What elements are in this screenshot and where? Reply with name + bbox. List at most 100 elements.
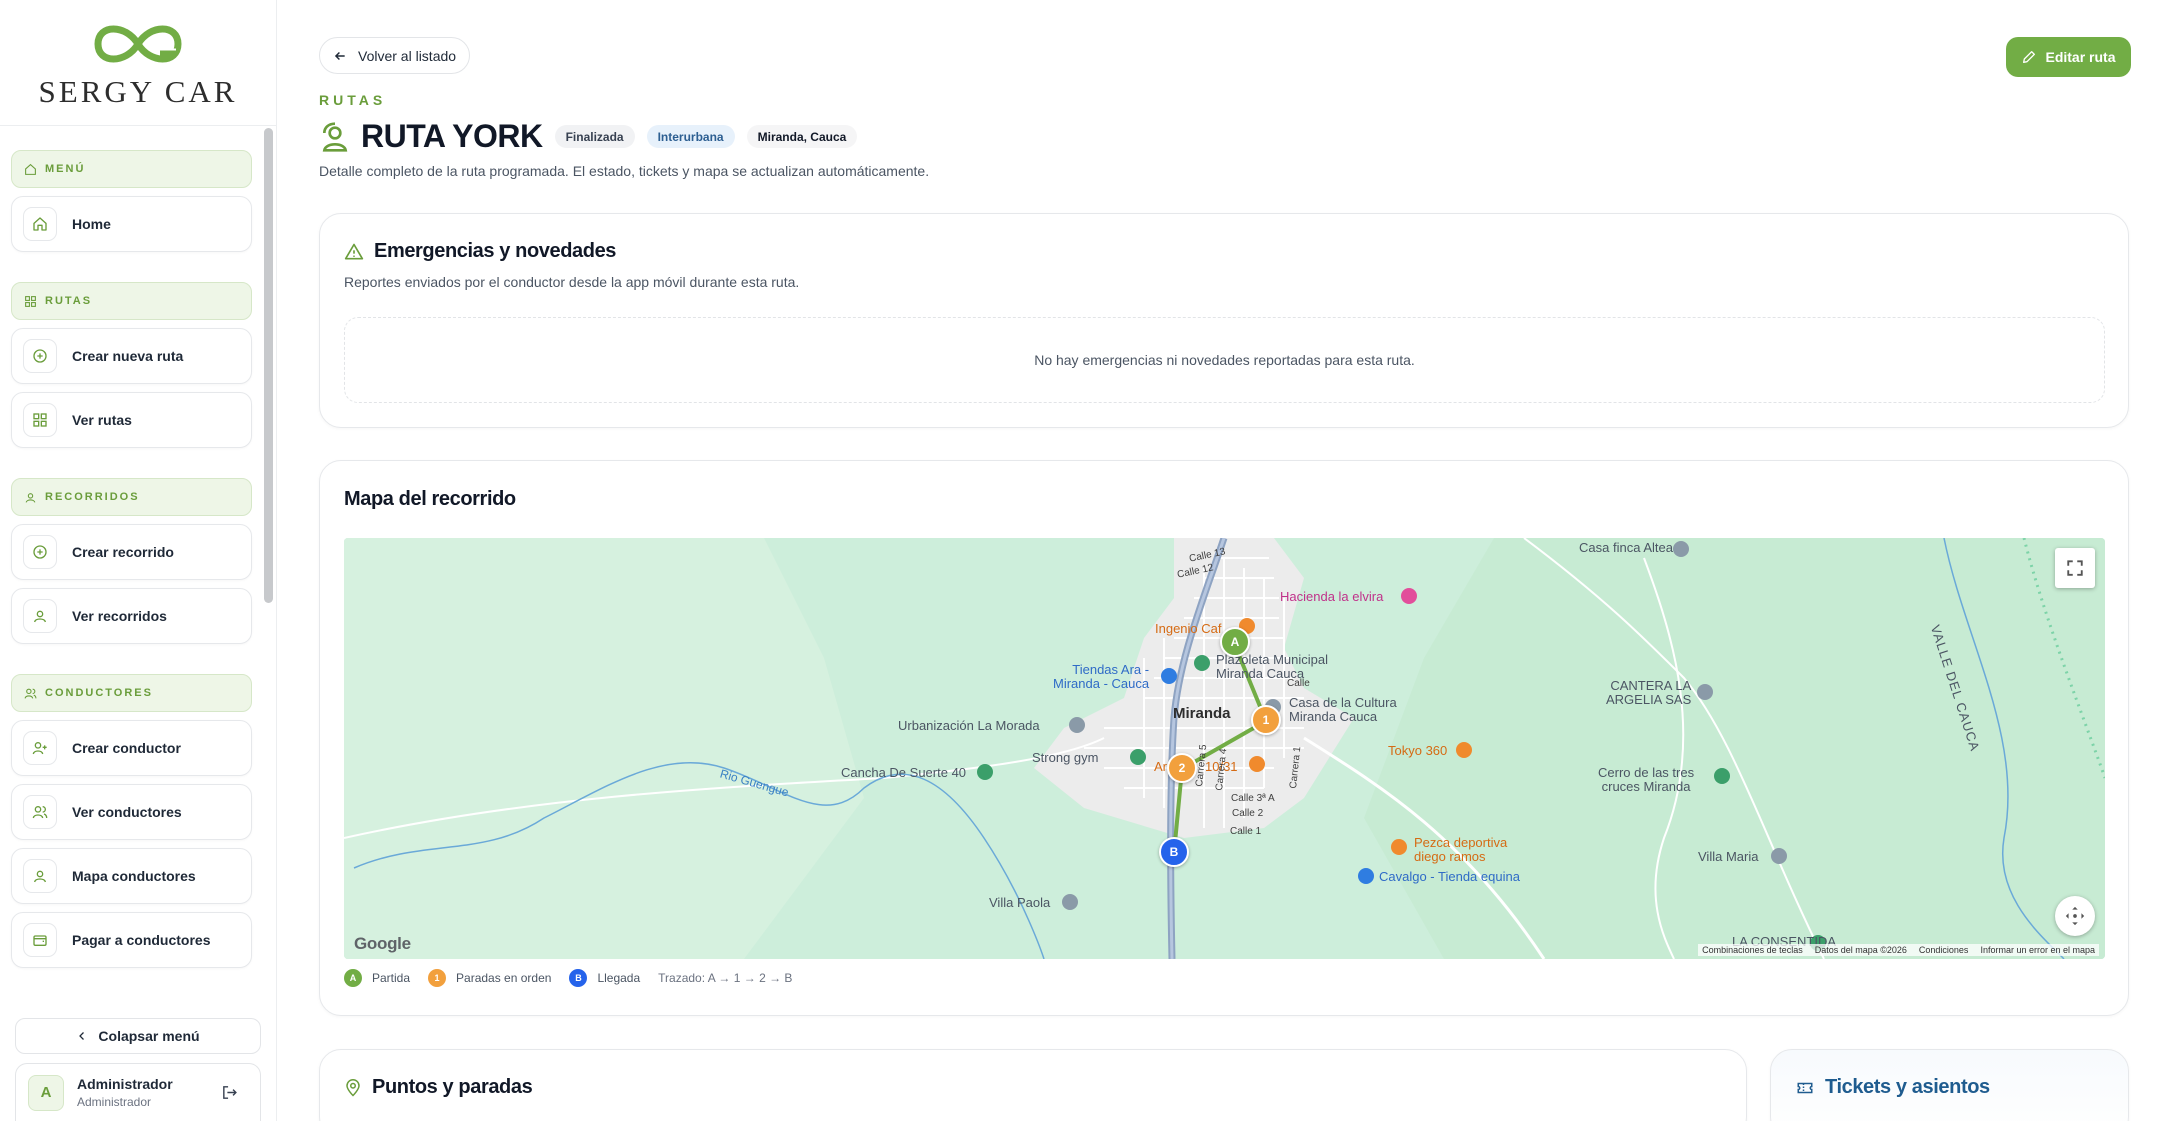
plus-circle-icon — [23, 339, 57, 373]
pencil-icon — [2023, 51, 2036, 63]
fullscreen-button[interactable] — [2055, 548, 2095, 588]
sidebar-item-label: Mapa conductores — [72, 868, 196, 884]
map-label: Ar — [1154, 759, 1167, 774]
sidebar-item-crear-ruta[interactable]: Crear nueva ruta — [11, 328, 252, 384]
emergencies-card: Emergencias y novedades Reportes enviado… — [319, 213, 2129, 428]
map-label: Strong gym — [1032, 750, 1099, 765]
sidebar-item-mapa-conductores[interactable]: Mapa conductores — [11, 848, 252, 904]
sidebar-item-label: Ver conductores — [72, 804, 182, 820]
map-label: Casa finca Altea — [1579, 540, 1673, 555]
collapse-menu-label: Colapsar menú — [98, 1028, 200, 1044]
plus-circle-icon — [23, 535, 57, 569]
brand-name: SERGY CAR — [38, 73, 238, 109]
sidebar-item-home[interactable]: Home — [11, 196, 252, 252]
location-badge: Miranda, Cauca — [746, 125, 858, 148]
grid-icon — [23, 403, 57, 437]
edit-route-button[interactable]: Editar ruta — [2006, 37, 2131, 77]
camera-control-button[interactable] — [2055, 896, 2095, 936]
map-label: Calle 1 — [1230, 826, 1262, 837]
route-user-icon — [322, 121, 348, 152]
legend-trace: Trazado: A → 1 → 2 → B — [658, 971, 793, 985]
map-attribution: Combinaciones de teclas Datos del mapa ©… — [1698, 944, 2099, 956]
report-error-link[interactable]: Informar un error en el mapa — [1980, 945, 2095, 955]
map-title: Mapa del recorrido — [344, 488, 516, 510]
user-name: Administrador — [77, 1076, 173, 1092]
map-label: Calle — [1287, 678, 1310, 689]
map-label: CANTERA LA ARGELIA SAS — [1606, 678, 1692, 707]
map-label: Cavalgo - Tienda equina — [1379, 869, 1520, 884]
fullscreen-icon — [2067, 560, 2083, 576]
back-to-list-button[interactable]: Volver al listado — [319, 37, 471, 74]
sidebar-item-crear-recorrido[interactable]: Crear recorrido — [11, 524, 252, 580]
terms-link[interactable]: Condiciones — [1919, 945, 1969, 955]
route-map[interactable]: Casa finca Altea Hacienda la elvira Inge… — [344, 538, 2105, 959]
ticket-icon — [1797, 1082, 1813, 1093]
sidebar-item-label: Pagar a conductores — [72, 932, 211, 948]
sidebar-item-crear-conductor[interactable]: Crear conductor — [11, 720, 252, 776]
warning-icon — [344, 243, 364, 259]
route-end-marker[interactable]: B — [1159, 837, 1189, 867]
section-title: CONDUCTORES — [45, 687, 153, 699]
emergencies-description: Reportes enviados por el conductor desde… — [344, 274, 800, 290]
page-subtitle: Detalle completo de la ruta programada. … — [319, 163, 930, 179]
points-title: Puntos y paradas — [372, 1076, 533, 1098]
map-card: Mapa del recorrido Casa finca Altea Haci… — [319, 460, 2129, 1016]
sidebar-item-label: Crear nueva ruta — [72, 348, 184, 364]
wallet-icon — [23, 923, 57, 957]
map-label: Cerro de las tres cruces Miranda — [1598, 765, 1695, 794]
tickets-title: Tickets y asientos — [1825, 1076, 1990, 1098]
emergencies-empty-state: No hay emergencias ni novedades reportad… — [344, 317, 2105, 403]
collapse-menu-button[interactable]: Colapsar menú — [15, 1018, 261, 1054]
sidebar-item-label: Home — [72, 216, 111, 232]
section-conductores: CONDUCTORES — [11, 674, 252, 712]
route-start-marker[interactable]: A — [1220, 627, 1250, 657]
map-label: Pezca deportiva diego ramos — [1414, 835, 1508, 864]
home-icon — [25, 163, 36, 175]
sidebar-item-ver-rutas[interactable]: Ver rutas — [11, 392, 252, 448]
infinity-car-logo-icon — [94, 25, 182, 62]
section-menu: MENÚ — [11, 150, 252, 188]
map-label: Villa Maria — [1698, 849, 1759, 864]
brand-logo[interactable]: SERGY CAR — [0, 0, 276, 126]
sidebar-item-label: Crear recorrido — [72, 544, 174, 560]
sidebar-item-ver-conductores[interactable]: Ver conductores — [11, 784, 252, 840]
user-card: A Administrador Administrador — [15, 1063, 261, 1121]
route-stop-marker-1[interactable]: 1 — [1251, 705, 1281, 735]
map-label: Hacienda la elvira — [1280, 589, 1384, 604]
legend-start-dot: A — [344, 969, 362, 987]
sidebar-nav: MENÚ Home RUTAS Crear nueva ruta Ver rut… — [0, 126, 262, 996]
sidebar-scrollbar[interactable] — [264, 128, 273, 603]
location-pin-icon — [346, 1078, 360, 1097]
map-label: Plazoleta Municipal Miranda Cauca — [1216, 652, 1329, 681]
users-icon — [24, 688, 37, 699]
status-badge: Finalizada — [554, 125, 635, 148]
legend-start-label: Partida — [372, 971, 411, 985]
user-pin-icon — [23, 859, 57, 893]
keyboard-shortcuts-link[interactable]: Combinaciones de teclas — [1702, 945, 1803, 955]
logout-icon[interactable] — [221, 1084, 238, 1101]
page-eyebrow: RUTAS — [319, 92, 387, 108]
home-icon — [23, 207, 57, 241]
section-recorridos: RECORRIDOS — [11, 478, 252, 516]
user-pin-icon — [23, 599, 57, 633]
legend-end-dot: B — [569, 969, 588, 987]
map-label: Casa de la Cultura Miranda Cauca — [1289, 695, 1397, 724]
sidebar-item-pagar-conductores[interactable]: Pagar a conductores — [11, 912, 252, 968]
map-label: Calle 2 — [1232, 808, 1264, 819]
map-legend: A Partida 1 Paradas en orden B Llegada Traz… — [344, 969, 810, 987]
type-badge: Interurbana — [646, 125, 735, 148]
legend-stop-dot: 1 — [428, 969, 447, 987]
route-stop-marker-2[interactable]: 2 — [1167, 753, 1197, 783]
back-label: Volver al listado — [358, 47, 457, 64]
sidebar-item-label: Ver rutas — [72, 412, 132, 428]
map-label: Tiendas Ara - Miranda - Cauca — [1053, 662, 1150, 691]
chevron-left-icon — [79, 1032, 85, 1040]
map-label: Cancha De Suerte 40 — [841, 765, 967, 780]
map-data-label: Datos del mapa ©2026 — [1814, 945, 1907, 955]
sidebar-item-ver-recorridos[interactable]: Ver recorridos — [11, 588, 252, 644]
sidebar-item-label: Crear conductor — [72, 740, 181, 756]
user-plus-icon — [23, 731, 57, 765]
user-role: Administrador — [77, 1095, 152, 1109]
map-label: Villa Paola — [989, 895, 1051, 910]
section-title: MENÚ — [45, 163, 86, 175]
